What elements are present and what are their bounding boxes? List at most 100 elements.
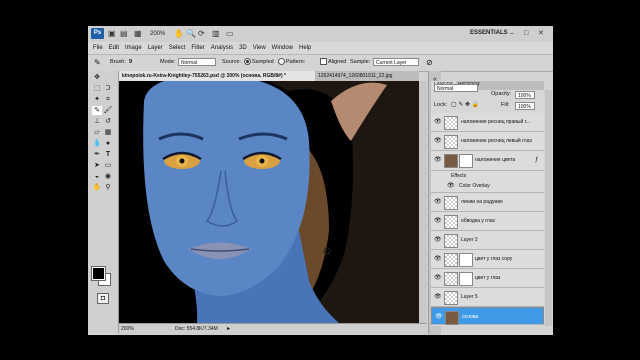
aligned-checkbox[interactable]: Aligned	[320, 58, 346, 67]
workspace-switcher[interactable]: ESSENTIALS	[470, 30, 508, 36]
fill-input[interactable]: 100%	[515, 102, 535, 110]
eye-icon[interactable]: 👁	[434, 236, 442, 244]
marquee-tool-icon[interactable]: ⬚	[92, 84, 102, 93]
menu-layer[interactable]: Layer	[145, 42, 166, 54]
layer-row[interactable]: 👁 наложение цвета ƒ	[431, 151, 544, 171]
menu-window[interactable]: Window	[269, 42, 296, 54]
layer-row[interactable]: 👁 цвет у глаз	[431, 269, 544, 288]
layer-row-selected[interactable]: 👁 основа	[431, 307, 544, 325]
arrange-documents-icon[interactable]: ▥	[212, 29, 220, 39]
blur-tool-icon[interactable]: 💧	[92, 139, 102, 148]
3d-camera-tool-icon[interactable]: ◉	[103, 172, 113, 181]
lock-icons[interactable]: ▢ ✎ ✥ 🔒	[451, 101, 479, 110]
zoom-level[interactable]: 200%	[150, 29, 165, 39]
menu-select[interactable]: Select	[166, 42, 189, 54]
ignore-adjustment-icon[interactable]: ⊘	[426, 58, 433, 67]
eye-icon[interactable]: 👁	[435, 313, 443, 321]
menu-bar: File Edit Image Layer Select Filter Analysis 3D…	[88, 42, 553, 55]
eye-icon[interactable]: 👁	[434, 217, 442, 225]
history-brush-tool-icon[interactable]: ↺	[103, 117, 113, 126]
photoshop-logo-icon: Ps	[91, 28, 104, 39]
lasso-tool-icon[interactable]: ᑐ	[103, 84, 113, 93]
zoom-tool-icon[interactable]: ⚲	[103, 183, 113, 192]
fx-icon[interactable]: ƒ	[535, 156, 538, 164]
color-overlay-row[interactable]: 👁 Color Overlay	[431, 181, 544, 193]
menu-image[interactable]: Image	[122, 42, 145, 54]
effects-row[interactable]: Effects	[431, 171, 544, 181]
menu-file[interactable]: File	[90, 42, 106, 54]
eye-icon[interactable]: 👁	[434, 274, 442, 282]
menu-edit[interactable]: Edit	[106, 42, 122, 54]
eye-icon[interactable]: 👁	[434, 118, 442, 126]
rotate-view-icon[interactable]: ⟳	[198, 29, 205, 39]
lock-label: Lock:	[434, 102, 448, 108]
eye-icon[interactable]: 👁	[434, 293, 442, 301]
pattern-radio[interactable]: Pattern:	[278, 58, 305, 67]
eraser-tool-icon[interactable]: ▱	[92, 128, 102, 137]
layer-row[interactable]: 👁 цвет у глаз copy	[431, 250, 544, 269]
layer-name: Layer 2	[461, 237, 478, 243]
hand-tool-icon[interactable]: ✋	[174, 29, 184, 39]
menu-filter[interactable]: Filter	[188, 42, 207, 54]
dodge-tool-icon[interactable]: ●	[103, 139, 113, 148]
menu-analysis[interactable]: Analysis	[208, 42, 236, 54]
path-select-tool-icon[interactable]: ➤	[92, 161, 102, 170]
zoom-tool-icon[interactable]: 🔍	[186, 29, 196, 39]
minimize-icon[interactable]: –	[510, 29, 514, 38]
quick-mask-icon[interactable]: ◘	[97, 293, 109, 304]
quick-select-tool-icon[interactable]: ✦	[92, 95, 102, 104]
eye-icon[interactable]: 👁	[434, 255, 442, 263]
layer-row[interactable]: 👁 наложение ресниц левый глаз	[431, 132, 544, 151]
menu-help[interactable]: Help	[296, 42, 314, 54]
foreground-color-swatch[interactable]	[91, 266, 106, 281]
3d-rotate-tool-icon[interactable]: ◒	[92, 172, 102, 181]
layer-row[interactable]: 👁 наложение ресниц правый г...	[431, 113, 544, 132]
tab-jpg-document[interactable]: 1262414974_1260801911_22.jpg	[315, 71, 421, 81]
blend-mode-select[interactable]: Normal	[434, 84, 478, 92]
screen-mode-icon[interactable]: ▭	[226, 29, 234, 39]
hand-tool-icon[interactable]: ✋	[92, 183, 102, 192]
menu-3d[interactable]: 3D	[236, 42, 250, 54]
shape-tool-icon[interactable]: ▭	[103, 161, 113, 170]
layers-scrollbar[interactable]	[545, 90, 552, 326]
status-arrow-icon[interactable]: ▸	[227, 325, 230, 334]
bridge-icon[interactable]: ▣	[108, 29, 116, 39]
layer-name: наложение ресниц левый глаз	[461, 138, 532, 144]
pen-tool-icon[interactable]: ✒	[92, 150, 102, 159]
maximize-icon[interactable]: □	[524, 29, 528, 38]
close-icon[interactable]: ✕	[538, 29, 544, 38]
gradient-tool-icon[interactable]: ▦	[103, 128, 113, 137]
layer-row[interactable]: 👁 линии на радужке	[431, 193, 544, 212]
eye-icon[interactable]: 👁	[434, 198, 442, 206]
layer-row[interactable]: 👁 обводка у глаз	[431, 212, 544, 231]
mode-select[interactable]: Normal	[178, 58, 216, 66]
move-tool-icon[interactable]: ✥	[92, 73, 102, 82]
healing-brush-icon[interactable]: ✎	[94, 58, 101, 67]
type-tool-icon[interactable]: T	[103, 150, 113, 159]
eye-icon[interactable]: 👁	[447, 182, 455, 190]
sample-select[interactable]: Current Layer	[373, 58, 419, 66]
view-extras-icon[interactable]: ▦	[134, 29, 142, 39]
mini-bridge-icon[interactable]: ▤	[120, 29, 128, 39]
layer-name: основа	[462, 314, 479, 320]
brush-tool-icon[interactable]: 🖌	[103, 106, 113, 115]
healing-brush-tool-icon[interactable]: ✎	[92, 106, 102, 115]
sampled-radio[interactable]: Sampled	[244, 58, 274, 67]
layer-thumbnail	[444, 253, 458, 267]
layer-mask-thumbnail	[459, 272, 473, 286]
canvas-vertical-scrollbar[interactable]	[419, 81, 427, 323]
tab-psd-document[interactable]: kinopoisk.ru-Keira-Knightley-755263.psd …	[119, 71, 315, 81]
layer-row[interactable]: 👁 Layer 2	[431, 231, 544, 250]
sample-label: Sample:	[350, 59, 371, 65]
crop-tool-icon[interactable]: ⌗	[103, 95, 113, 104]
eye-icon[interactable]: 👁	[434, 156, 442, 164]
eye-icon[interactable]: 👁	[434, 137, 442, 145]
status-zoom[interactable]: 200%	[121, 325, 134, 334]
effect-name: Color Overlay	[459, 183, 490, 189]
menu-view[interactable]: View	[250, 42, 269, 54]
opacity-input[interactable]: 100%	[515, 91, 535, 99]
document-canvas[interactable]	[119, 81, 419, 323]
brush-size[interactable]: 9	[129, 58, 132, 67]
clone-stamp-tool-icon[interactable]: ⊥	[92, 117, 102, 126]
layer-row[interactable]: 👁 Layer 5	[431, 288, 544, 307]
